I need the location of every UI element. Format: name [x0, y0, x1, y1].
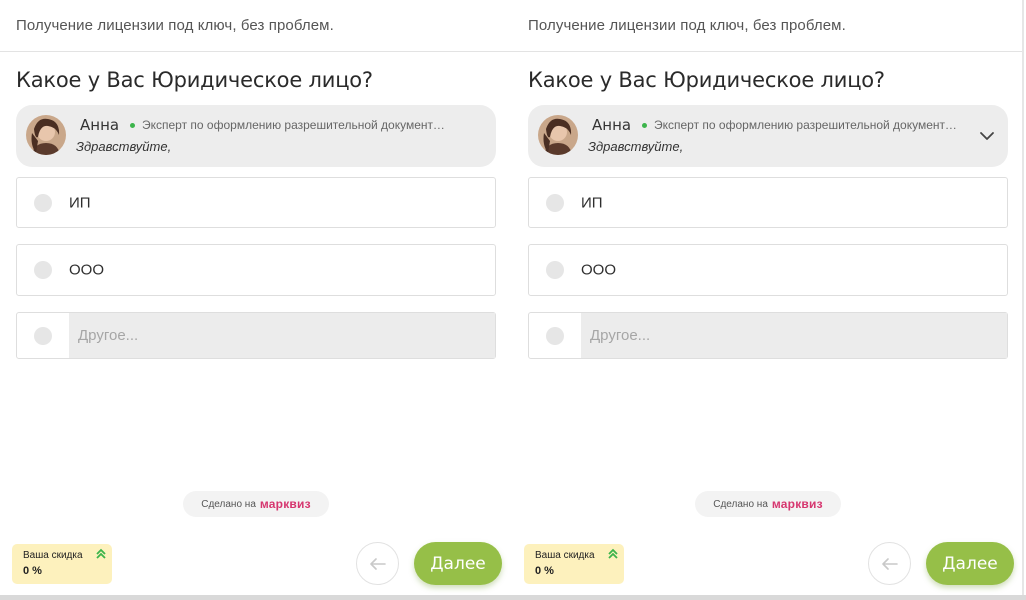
other-input[interactable]	[69, 313, 495, 358]
expert-role: Эксперт по оформлению разрешительной док…	[654, 118, 960, 132]
discount-value: 0 %	[23, 565, 42, 577]
discount-badge: Ваша скидка 0 %	[524, 544, 624, 584]
option-label: ООО	[69, 261, 105, 279]
expert-card[interactable]: Анна Эксперт по оформлению разрешительно…	[528, 105, 1008, 167]
online-status-dot	[642, 123, 647, 128]
expert-greeting: Здравствуйте,	[76, 139, 172, 154]
question-title: Какое у Вас Юридическое лицо?	[16, 68, 373, 92]
quiz-panel-right: Получение лицензии под ключ, без проблем…	[512, 0, 1024, 595]
expert-avatar	[26, 115, 66, 155]
quiz-panel-left: Получение лицензии под ключ, без проблем…	[0, 0, 512, 595]
made-on-badge[interactable]: Сделано на марквиз	[695, 491, 841, 517]
header-subtitle: Получение лицензии под ключ, без проблем…	[16, 17, 334, 34]
option-label: ООО	[581, 261, 617, 279]
option-ooo[interactable]: ООО	[16, 244, 496, 296]
option-other[interactable]	[528, 312, 1008, 359]
discount-label: Ваша скидка	[23, 550, 83, 561]
other-field-wrapper	[69, 313, 495, 358]
header-subtitle: Получение лицензии под ключ, без проблем…	[528, 17, 846, 34]
arrow-left-icon	[369, 557, 386, 570]
radio-button[interactable]	[34, 326, 52, 345]
discount-badge: Ваша скидка 0 %	[12, 544, 112, 584]
double-chevron-up-icon	[608, 548, 618, 559]
made-on-prefix: Сделано на	[713, 498, 768, 510]
radio-button[interactable]	[34, 261, 52, 279]
radio-button[interactable]	[546, 261, 564, 279]
expert-greeting: Здравствуйте,	[588, 139, 684, 154]
header-divider	[0, 51, 512, 52]
option-label: ИП	[69, 194, 91, 211]
other-input[interactable]	[581, 313, 1007, 358]
option-ooo[interactable]: ООО	[528, 244, 1008, 296]
online-status-dot	[130, 123, 135, 128]
chevron-down-icon[interactable]	[978, 127, 996, 145]
discount-value: 0 %	[535, 565, 554, 577]
option-label: ИП	[581, 194, 603, 211]
made-on-prefix: Сделано на	[201, 498, 256, 510]
expert-avatar	[538, 115, 578, 155]
question-title: Какое у Вас Юридическое лицо?	[528, 68, 885, 92]
made-on-brand: марквиз	[771, 497, 823, 511]
expert-name: Анна	[592, 116, 632, 134]
expert-card: Анна Эксперт по оформлению разрешительно…	[16, 105, 496, 167]
other-field-wrapper	[581, 313, 1007, 358]
made-on-badge[interactable]: Сделано на марквиз	[183, 491, 329, 517]
next-button[interactable]: Далее	[926, 542, 1014, 585]
back-button[interactable]	[868, 542, 911, 585]
next-button[interactable]: Далее	[414, 542, 502, 585]
bottom-scrollbar	[0, 595, 1026, 600]
option-ip[interactable]: ИП	[528, 177, 1008, 228]
radio-button[interactable]	[546, 193, 564, 212]
arrow-left-icon	[881, 557, 898, 570]
option-other[interactable]	[16, 312, 496, 359]
radio-button[interactable]	[34, 193, 52, 212]
radio-button[interactable]	[546, 326, 564, 345]
made-on-brand: марквиз	[259, 497, 311, 511]
expert-name: Анна	[80, 116, 120, 134]
option-ip[interactable]: ИП	[16, 177, 496, 228]
discount-label: Ваша скидка	[535, 550, 595, 561]
double-chevron-up-icon	[96, 548, 106, 559]
header-divider	[512, 51, 1022, 52]
expert-role: Эксперт по оформлению разрешительной док…	[142, 118, 448, 132]
back-button[interactable]	[356, 542, 399, 585]
